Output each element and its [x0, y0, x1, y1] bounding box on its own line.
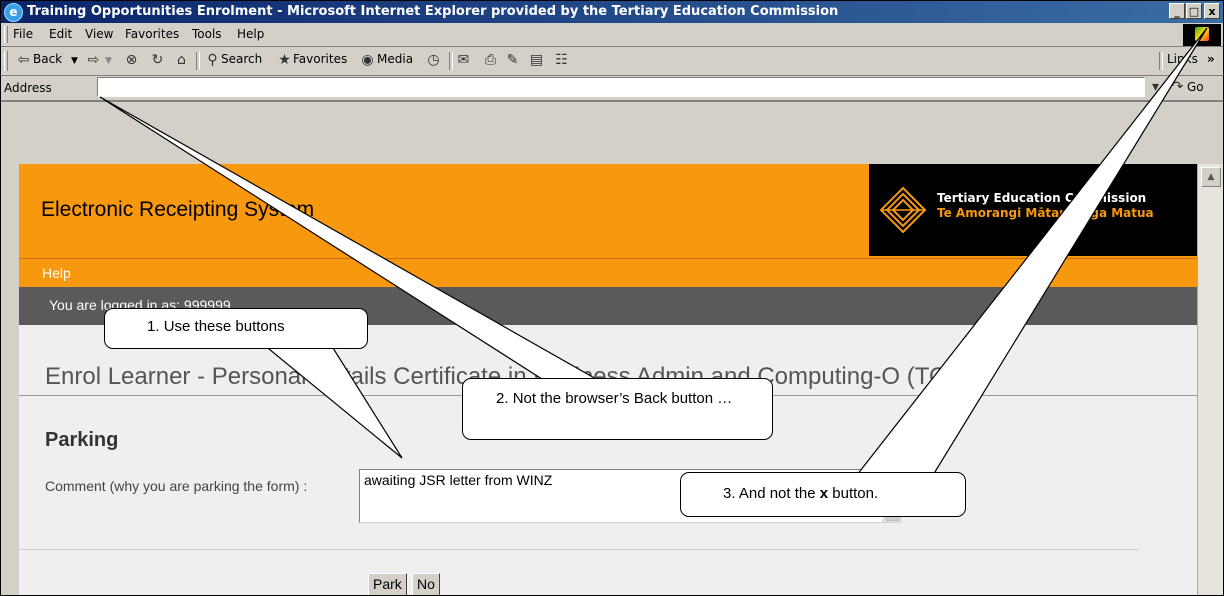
org-name-english: Tertiary Education Commission [937, 191, 1147, 205]
callout-text-pre: And not the [738, 485, 820, 502]
address-input[interactable] [97, 77, 1145, 97]
section-title: Parking [45, 429, 119, 451]
edit-icon[interactable]: ✎ [504, 52, 521, 69]
back-button[interactable]: Back [33, 52, 62, 66]
favorites-button[interactable]: Favorites [293, 52, 347, 66]
toolbar-separator [1159, 52, 1163, 70]
callout-use-buttons: 1. Use these buttons [104, 308, 368, 349]
maximize-button[interactable]: □ [1186, 3, 1202, 19]
menu-grip [4, 26, 8, 43]
home-icon[interactable]: ⌂ [173, 52, 190, 69]
divider [19, 549, 1139, 550]
links-button[interactable]: Links [1167, 52, 1198, 66]
toolbar-separator [449, 52, 453, 70]
page-scrollbar[interactable]: ▲ [1197, 164, 1223, 595]
menu-edit[interactable]: Edit [49, 27, 72, 41]
scroll-up-icon[interactable]: ▲ [1201, 167, 1221, 187]
discuss-icon[interactable]: ▤ [528, 52, 545, 69]
messenger-icon[interactable]: ☷ [553, 52, 570, 69]
menu-bar: File Edit View Favorites Tools Help [1, 23, 1223, 47]
callout-text-post: button. [828, 485, 879, 502]
chevron-right-icon[interactable]: » [1207, 52, 1215, 66]
search-button[interactable]: Search [221, 52, 262, 66]
tec-logo: Tertiary Education Commission Te Amorang… [869, 164, 1197, 256]
callout-text-bold: x [819, 485, 829, 502]
standard-toolbar: ⇦ Back ▼ ⇨ ▼ ⊗ ↻ ⌂ ⚲ Search ★ Favorites … [1, 47, 1223, 76]
window-title: Training Opportunities Enrolment - Micro… [27, 4, 839, 19]
menu-view[interactable]: View [85, 27, 113, 41]
media-icon[interactable]: ◉ [359, 52, 376, 69]
comment-text: awaiting JSR letter from WINZ [364, 472, 553, 488]
address-bar: Address ▾ ↷ Go [1, 75, 1223, 102]
tec-logo-icon [879, 186, 927, 234]
print-icon[interactable]: ⎙ [482, 52, 499, 69]
toolbar-separator [196, 52, 200, 70]
refresh-icon[interactable]: ↻ [149, 52, 166, 69]
media-button[interactable]: Media [377, 52, 413, 66]
go-button[interactable]: Go [1187, 80, 1204, 94]
callout-number: 2. [496, 390, 509, 407]
menu-tools[interactable]: Tools [192, 27, 222, 41]
org-name-maori: Te Amorangi Mātauranga Matua [937, 206, 1154, 220]
minimize-button[interactable]: _ [1169, 3, 1185, 19]
callout-text: Use these buttons [163, 318, 285, 335]
forward-dropdown-icon[interactable]: ▼ [105, 56, 112, 66]
back-dropdown-icon[interactable]: ▼ [71, 56, 78, 66]
page-banner: Electronic Receipting System Tertiary Ed… [19, 164, 1197, 258]
close-button[interactable]: x [1204, 3, 1220, 19]
comment-label: Comment (why you are parking the form) : [45, 478, 308, 494]
no-button[interactable]: No [412, 573, 440, 595]
callout-not-back: 2. Not the browser’s Back button … [462, 378, 773, 440]
address-dropdown-icon[interactable]: ▾ [1147, 79, 1164, 96]
menu-file[interactable]: File [13, 27, 33, 41]
internet-explorer-icon: e [4, 3, 23, 22]
app-title: Electronic Receipting System [41, 198, 315, 221]
callout-number: 1. [147, 318, 160, 335]
back-arrow-icon[interactable]: ⇦ [15, 52, 32, 69]
help-bar: Help [19, 258, 1197, 287]
history-icon[interactable]: ◷ [425, 52, 442, 69]
callout-text: Not the browser’s Back button … [512, 390, 733, 407]
go-arrow-icon[interactable]: ↷ [1169, 79, 1186, 96]
stop-icon[interactable]: ⊗ [123, 52, 140, 69]
toolbar-grip [4, 51, 8, 71]
forward-arrow-icon[interactable]: ⇨ [85, 52, 102, 69]
help-link[interactable]: Help [42, 265, 71, 281]
park-button[interactable]: Park [368, 573, 407, 595]
windows-logo-icon [1183, 24, 1221, 46]
mail-icon[interactable]: ✉ [455, 52, 472, 69]
browser-window: e Training Opportunities Enrolment - Mic… [0, 0, 1224, 596]
address-label: Address [4, 81, 52, 95]
search-icon[interactable]: ⚲ [204, 52, 221, 69]
menu-help[interactable]: Help [237, 27, 264, 41]
favorites-icon[interactable]: ★ [276, 52, 293, 69]
menu-favorites[interactable]: Favorites [125, 27, 179, 41]
callout-not-x: 3. And not the x button. [680, 472, 966, 517]
callout-number: 3. [723, 485, 736, 502]
title-bar: e Training Opportunities Enrolment - Mic… [1, 1, 1223, 23]
